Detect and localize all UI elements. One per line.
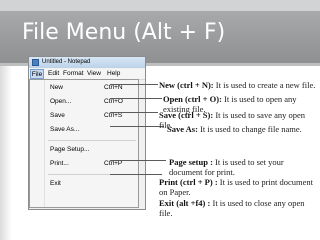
connector-page-setup xyxy=(110,160,166,161)
menu-edit[interactable]: Edit xyxy=(48,69,59,79)
connector-open xyxy=(110,98,162,99)
menu-format[interactable]: Format xyxy=(63,69,84,79)
menu-item-label: Page Setup... xyxy=(50,146,90,153)
menu-item-label: Save As... xyxy=(50,126,80,133)
connector-new xyxy=(110,84,158,85)
slide: File Menu (Alt + F) Untitled - Notepad F… xyxy=(0,0,320,240)
window-titlebar: Untitled - Notepad xyxy=(29,57,145,68)
desc-text: It is used to change file name. xyxy=(197,124,302,134)
desc-text: It is used to create a new file. xyxy=(213,80,316,90)
menu-item-label: Open... xyxy=(50,98,72,105)
menu-item-page-setup[interactable]: Page Setup... xyxy=(30,144,138,156)
connector-save-as xyxy=(110,126,164,127)
desc-key: Save As: xyxy=(167,124,198,134)
desc-key: Exit (alt +f4) : xyxy=(159,198,211,208)
desc-key: Open (ctrl + O): xyxy=(163,94,222,104)
window-title: Untitled - Notepad xyxy=(42,59,91,65)
left-shadow xyxy=(0,66,12,240)
desc-key: Print (ctrl + P) : xyxy=(159,177,218,187)
notepad-window: Untitled - Notepad File Edit Format View… xyxy=(28,56,146,210)
desc-exit: Exit (alt +f4) : It is used to close any… xyxy=(159,198,319,218)
menu-item-label: Print... xyxy=(50,160,69,167)
connector-save xyxy=(110,112,158,113)
menu-view[interactable]: View xyxy=(87,69,101,79)
desc-key: Save (ctrl + S): xyxy=(159,110,214,120)
menu-item-label: Save xyxy=(50,112,65,119)
desc-new: New (ctrl + N): It is used to create a n… xyxy=(159,80,319,90)
menu-item-exit[interactable]: Exit xyxy=(30,178,138,190)
desc-key: New (ctrl + N): xyxy=(159,80,214,90)
top-band xyxy=(0,0,320,11)
menu-file[interactable]: File xyxy=(30,69,44,79)
slide-title: File Menu (Alt + F) xyxy=(22,20,226,45)
menu-item-label: New xyxy=(50,84,64,91)
desc-save-as: Save As: It is used to change file name. xyxy=(167,124,319,134)
desc-page-setup: Page setup : It is used to set your docu… xyxy=(169,157,319,177)
menu-help[interactable]: Help xyxy=(107,69,120,79)
desc-key: Page setup : xyxy=(169,157,213,167)
desc-print: Print (ctrl + P) : It is used to print d… xyxy=(159,177,319,197)
menu-separator xyxy=(48,140,136,141)
connector-print xyxy=(110,174,162,175)
notepad-icon xyxy=(32,59,39,66)
menu-item-label: Exit xyxy=(50,180,61,187)
